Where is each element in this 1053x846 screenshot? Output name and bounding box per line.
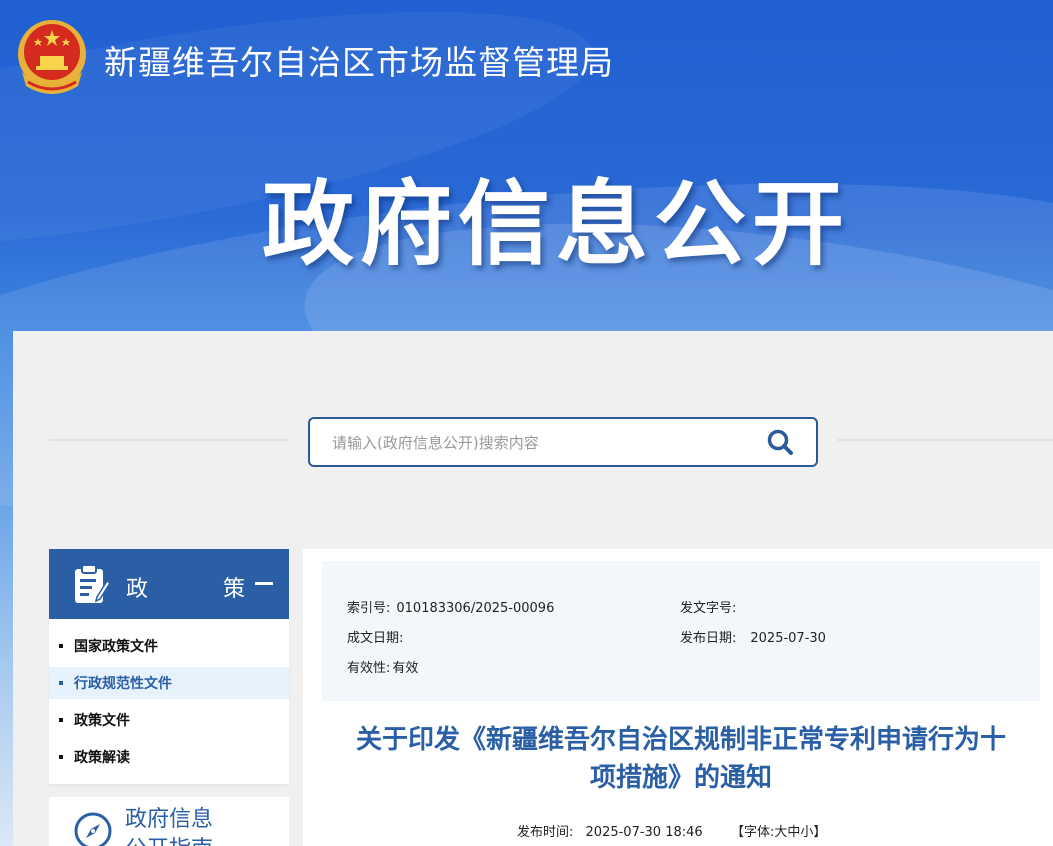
divider bbox=[837, 439, 1053, 441]
publish-time-label: 发布时间: bbox=[517, 825, 574, 840]
meta-publish-date: 发布日期: 2025-07-30 bbox=[680, 631, 826, 646]
sidebar: 政 策 国家政策文件 行政规范性文件 政策文件 政策解读 政府信息 bbox=[49, 549, 289, 846]
metadata-box: 索引号: 010183306/2025-00096 发文字号: 成文日期: 发布日… bbox=[322, 561, 1040, 701]
meta-validity: 有效性: 有效 bbox=[347, 661, 419, 676]
sidebar-item-label: 国家政策文件 bbox=[74, 639, 158, 655]
sidebar-list: 国家政策文件 行政规范性文件 政策文件 政策解读 bbox=[49, 619, 289, 784]
bullet-icon bbox=[59, 681, 63, 685]
bullet-icon bbox=[59, 644, 63, 648]
sidebar-section-title: 政 策 bbox=[126, 577, 279, 602]
main-panel: 政 策 国家政策文件 行政规范性文件 政策文件 政策解读 bbox=[13, 331, 1053, 846]
sidebar-item-policy-docs[interactable]: 政策文件 bbox=[49, 704, 289, 736]
search-input[interactable] bbox=[332, 431, 732, 455]
divider bbox=[49, 439, 289, 441]
sidebar-section-header[interactable]: 政 策 bbox=[49, 549, 289, 619]
font-size-label: 【字体: bbox=[730, 825, 775, 840]
sidebar-item-label: 政策文件 bbox=[74, 713, 130, 729]
font-size-controls[interactable]: 大中小 bbox=[774, 825, 813, 840]
meta-docno: 发文字号: bbox=[680, 601, 737, 616]
publish-info: 发布时间: 2025-07-30 18:46 【字体:大中小】 bbox=[517, 821, 826, 840]
minus-icon[interactable] bbox=[255, 582, 273, 585]
bullet-icon bbox=[59, 755, 63, 759]
article-title: 关于印发《新疆维吾尔自治区规制非正常专利申请行为十 项措施》的通知 bbox=[355, 725, 1006, 793]
meta-created-date: 成文日期: bbox=[347, 631, 404, 646]
sidebar-disclosure-guide[interactable]: 政府信息 公开指南 bbox=[49, 797, 289, 846]
org-name[interactable]: 新疆维吾尔自治区市场监督管理局 bbox=[104, 36, 614, 84]
meta-index: 索引号: 010183306/2025-00096 bbox=[347, 601, 555, 616]
bullet-icon bbox=[59, 718, 63, 722]
sidebar-guide-label: 政府信息 公开指南 bbox=[125, 807, 214, 846]
font-size-close: 】 bbox=[813, 825, 827, 840]
search-box bbox=[308, 417, 818, 467]
document-edit-icon bbox=[75, 564, 111, 603]
hero-title: 政府信息公开 bbox=[262, 171, 851, 278]
sidebar-item-label: 行政规范性文件 bbox=[74, 676, 172, 692]
sidebar-item-national-policy[interactable]: 国家政策文件 bbox=[49, 630, 289, 662]
sidebar-item-label: 政策解读 bbox=[74, 750, 130, 766]
sidebar-item-policy-interpretation[interactable]: 政策解读 bbox=[49, 741, 289, 773]
article-content: 索引号: 010183306/2025-00096 发文字号: 成文日期: 发布日… bbox=[303, 549, 1053, 846]
search-icon[interactable] bbox=[764, 427, 798, 457]
national-emblem-icon[interactable] bbox=[12, 12, 92, 98]
publish-time-value: 2025-07-30 18:46 bbox=[585, 825, 703, 840]
compass-icon bbox=[74, 812, 112, 846]
sidebar-item-normative-docs[interactable]: 行政规范性文件 bbox=[49, 667, 289, 699]
